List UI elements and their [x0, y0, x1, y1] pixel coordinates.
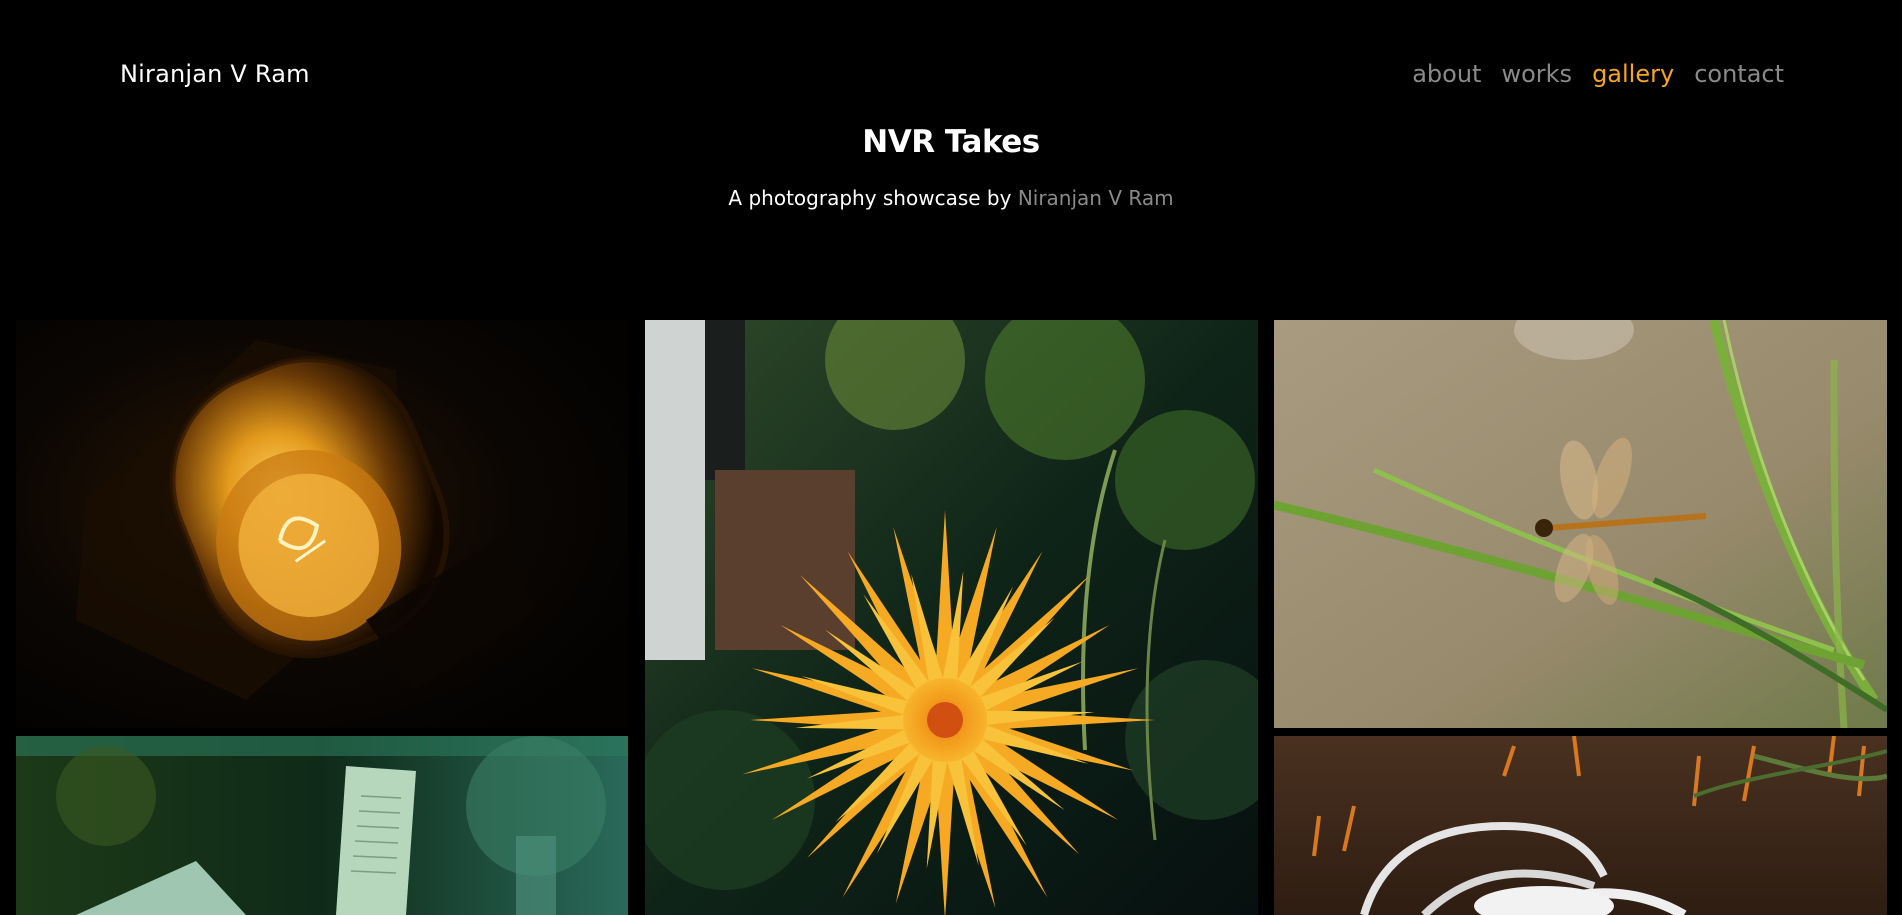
dragonfly-image — [1274, 320, 1887, 728]
subtitle-author[interactable]: Niranjan V Ram — [1018, 186, 1174, 210]
page-title: NVR Takes — [862, 124, 1040, 160]
nav-about[interactable]: about — [1412, 60, 1481, 88]
nav-gallery[interactable]: gallery — [1592, 60, 1674, 88]
photo-lamp-bulb[interactable] — [16, 320, 628, 728]
book-page-image — [16, 736, 628, 915]
page: Niranjan V Ram about works gallery conta… — [0, 0, 1902, 915]
subtitle-text: A photography showcase by — [728, 186, 1012, 210]
main-nav: about works gallery contact — [1412, 60, 1784, 88]
nav-works[interactable]: works — [1501, 60, 1572, 88]
brand-link[interactable]: Niranjan V Ram — [120, 60, 310, 88]
spider-lily-image — [1274, 736, 1887, 915]
page-subtitle: A photography showcase by Niranjan V Ram — [0, 186, 1902, 210]
photo-spider-lily[interactable] — [1274, 736, 1887, 915]
lamp-bulb-image — [16, 320, 628, 728]
photo-flower[interactable] — [645, 320, 1258, 915]
photo-book-page[interactable] — [16, 736, 628, 915]
flower-image — [645, 320, 1258, 915]
photo-dragonfly[interactable] — [1274, 320, 1887, 728]
nav-contact[interactable]: contact — [1694, 60, 1784, 88]
